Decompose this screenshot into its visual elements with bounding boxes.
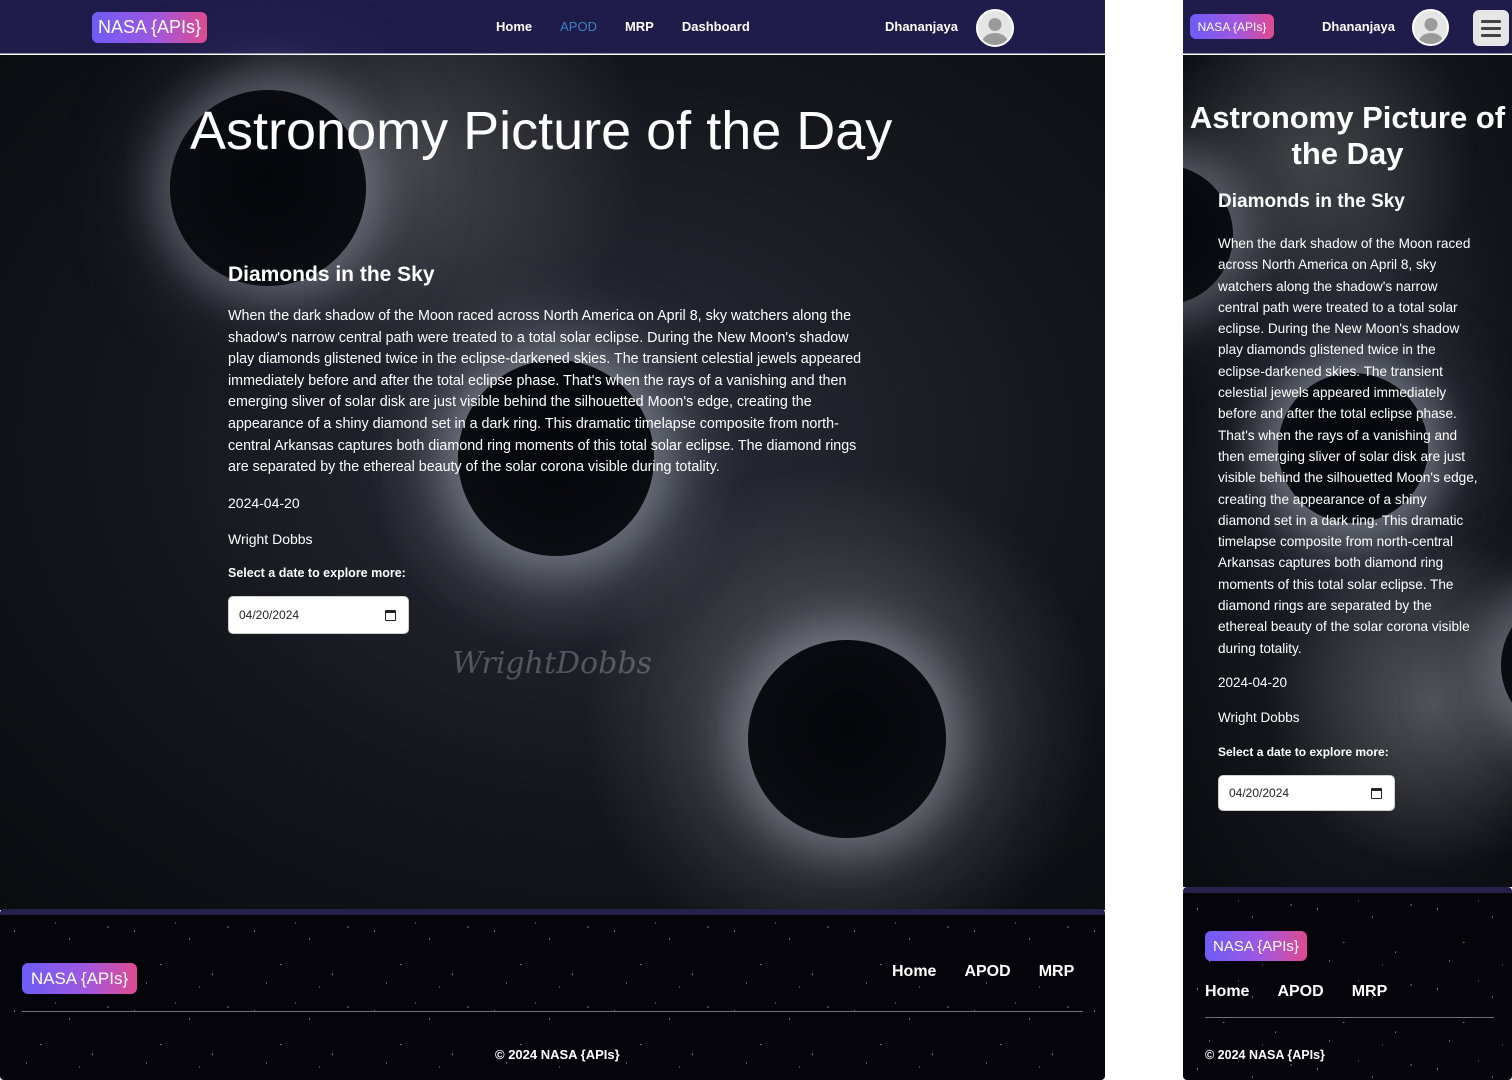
screenshot-stage: NASA {APIs} Home APOD MRP Dashboard Dhan… [0, 0, 1512, 1080]
main-nav: Home APOD MRP Dashboard [496, 19, 750, 34]
nav-home[interactable]: Home [496, 19, 532, 34]
mobile-username: Dhananjaya [1322, 19, 1395, 34]
mobile-footer-divider [1205, 1017, 1494, 1018]
mobile-footer-nav: Home APOD MRP [1205, 983, 1387, 1001]
nav-mrp[interactable]: MRP [625, 19, 654, 34]
footer-link-home[interactable]: Home [892, 963, 936, 981]
user-avatar-icon[interactable] [976, 9, 1014, 47]
nav-apod[interactable]: APOD [560, 19, 597, 34]
footer-link-mrp[interactable]: MRP [1039, 963, 1075, 981]
apod-date: 2024-04-20 [228, 495, 300, 511]
eclipse-moon-image [748, 640, 946, 838]
hamburger-menu-icon[interactable] [1473, 10, 1509, 46]
footer-divider [22, 1011, 1083, 1012]
apod-hero [0, 55, 1105, 910]
mobile-apod-date: 2024-04-20 [1218, 675, 1288, 690]
username: Dhananjaya [885, 19, 958, 34]
mobile-user-avatar-icon[interactable] [1412, 9, 1449, 46]
mobile-apod-copyright: Wright Dobbs [1218, 710, 1300, 725]
mobile-footer-copyright: © 2024 NASA {APIs} [1205, 1048, 1325, 1062]
mobile-brand-logo[interactable]: NASA {APIs} [1190, 14, 1274, 39]
eclipse-moon-image [1501, 595, 1512, 735]
apod-title: Diamonds in the Sky [228, 263, 435, 286]
nav-dashboard[interactable]: Dashboard [682, 19, 750, 34]
mobile-date-picker-label: Select a date to explore more: [1218, 745, 1389, 759]
footer: NASA {APIs} Home APOD MRP © 2024 NASA {A… [0, 909, 1105, 1080]
mobile-navbar: NASA {APIs} Dhananjaya [1183, 0, 1512, 54]
mobile-page-title: Astronomy Picture of the Day [1189, 100, 1506, 171]
mobile-apod-title: Diamonds in the Sky [1218, 191, 1405, 212]
mobile-date-input-value: 04/20/2024 [1229, 786, 1290, 800]
mobile-footer-brand-logo[interactable]: NASA {APIs} [1205, 931, 1307, 961]
footer-nav: Home APOD MRP [892, 963, 1074, 981]
footer-link-apod[interactable]: APOD [964, 963, 1010, 981]
mobile-footer-link-apod[interactable]: APOD [1277, 983, 1323, 1001]
date-picker-label: Select a date to explore more: [228, 566, 406, 580]
mobile-footer: NASA {APIs} Home APOD MRP © 2024 NASA {A… [1183, 887, 1512, 1080]
date-input-value: 04/20/2024 [239, 608, 300, 622]
footer-brand-logo[interactable]: NASA {APIs} [22, 963, 137, 994]
calendar-icon[interactable] [385, 609, 396, 621]
mobile-apod-explanation: When the dark shadow of the Moon raced a… [1218, 236, 1478, 656]
navbar: NASA {APIs} Home APOD MRP Dashboard Dhan… [0, 0, 1105, 54]
desktop-view: NASA {APIs} Home APOD MRP Dashboard Dhan… [0, 0, 1105, 1080]
mobile-date-input[interactable]: 04/20/2024 [1218, 775, 1395, 811]
footer-copyright: © 2024 NASA {APIs} [495, 1047, 620, 1062]
apod-explanation: When the dark shadow of the Moon raced a… [228, 308, 862, 476]
mobile-footer-link-mrp[interactable]: MRP [1352, 983, 1388, 1001]
date-input[interactable]: 04/20/2024 [228, 596, 409, 634]
mobile-footer-link-home[interactable]: Home [1205, 983, 1249, 1001]
brand-logo[interactable]: NASA {APIs} [92, 12, 207, 43]
apod-copyright: Wright Dobbs [228, 531, 313, 547]
mobile-view: NASA {APIs} Dhananjaya Astronomy Picture… [1183, 0, 1512, 1080]
calendar-icon[interactable] [1371, 787, 1382, 799]
image-watermark: WrightDobbs [452, 646, 652, 681]
page-title: Astronomy Picture of the Day [190, 101, 893, 161]
